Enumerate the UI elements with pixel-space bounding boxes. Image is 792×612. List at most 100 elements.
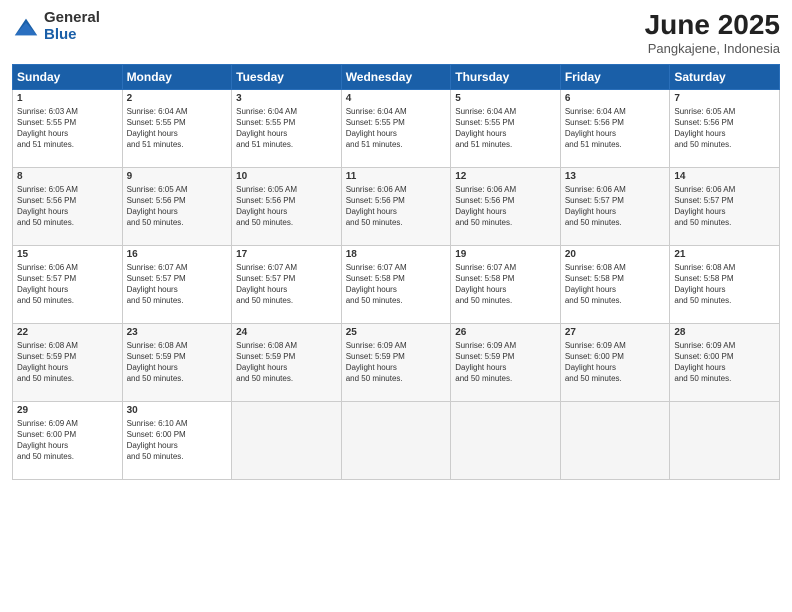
day-info: Sunrise: 6:06 AM Sunset: 5:57 PM Dayligh… (674, 184, 775, 229)
day-cell-28: 28 Sunrise: 6:09 AM Sunset: 6:00 PM Dayl… (670, 323, 780, 401)
day-number: 22 (17, 327, 118, 338)
day-info: Sunrise: 6:07 AM Sunset: 5:57 PM Dayligh… (236, 262, 337, 307)
day-number: 6 (565, 93, 666, 104)
day-info: Sunrise: 6:04 AM Sunset: 5:55 PM Dayligh… (127, 106, 228, 151)
empty-cell (560, 401, 670, 479)
day-number: 21 (674, 249, 775, 260)
day-info: Sunrise: 6:08 AM Sunset: 5:59 PM Dayligh… (17, 340, 118, 385)
empty-cell (232, 401, 342, 479)
day-cell-13: 13 Sunrise: 6:06 AM Sunset: 5:57 PM Dayl… (560, 167, 670, 245)
day-info: Sunrise: 6:08 AM Sunset: 5:58 PM Dayligh… (674, 262, 775, 307)
day-cell-9: 9 Sunrise: 6:05 AM Sunset: 5:56 PM Dayli… (122, 167, 232, 245)
day-number: 11 (346, 171, 447, 182)
day-number: 17 (236, 249, 337, 260)
day-number: 18 (346, 249, 447, 260)
logo-general-text: General (44, 10, 100, 27)
day-info: Sunrise: 6:07 AM Sunset: 5:57 PM Dayligh… (127, 262, 228, 307)
day-number: 13 (565, 171, 666, 182)
calendar-header-saturday: Saturday (670, 64, 780, 89)
day-info: Sunrise: 6:08 AM Sunset: 5:58 PM Dayligh… (565, 262, 666, 307)
day-info: Sunrise: 6:07 AM Sunset: 5:58 PM Dayligh… (455, 262, 556, 307)
day-info: Sunrise: 6:09 AM Sunset: 5:59 PM Dayligh… (455, 340, 556, 385)
day-cell-3: 3 Sunrise: 6:04 AM Sunset: 5:55 PM Dayli… (232, 89, 342, 167)
day-number: 15 (17, 249, 118, 260)
day-cell-26: 26 Sunrise: 6:09 AM Sunset: 5:59 PM Dayl… (451, 323, 561, 401)
empty-cell (670, 401, 780, 479)
day-info: Sunrise: 6:04 AM Sunset: 5:55 PM Dayligh… (346, 106, 447, 151)
day-number: 3 (236, 93, 337, 104)
calendar-table: SundayMondayTuesdayWednesdayThursdayFrid… (12, 64, 780, 480)
day-number: 5 (455, 93, 556, 104)
day-number: 28 (674, 327, 775, 338)
logo-blue-text: Blue (44, 27, 100, 44)
calendar-header-thursday: Thursday (451, 64, 561, 89)
location-text: Pangkajene, Indonesia (645, 41, 780, 56)
day-info: Sunrise: 6:04 AM Sunset: 5:55 PM Dayligh… (236, 106, 337, 151)
day-info: Sunrise: 6:10 AM Sunset: 6:00 PM Dayligh… (127, 418, 228, 463)
day-number: 27 (565, 327, 666, 338)
day-info: Sunrise: 6:04 AM Sunset: 5:55 PM Dayligh… (455, 106, 556, 151)
day-info: Sunrise: 6:08 AM Sunset: 5:59 PM Dayligh… (127, 340, 228, 385)
calendar-header-monday: Monday (122, 64, 232, 89)
day-number: 25 (346, 327, 447, 338)
day-number: 8 (17, 171, 118, 182)
day-number: 12 (455, 171, 556, 182)
day-number: 10 (236, 171, 337, 182)
day-info: Sunrise: 6:05 AM Sunset: 5:56 PM Dayligh… (236, 184, 337, 229)
day-info: Sunrise: 6:09 AM Sunset: 5:59 PM Dayligh… (346, 340, 447, 385)
calendar-header-wednesday: Wednesday (341, 64, 451, 89)
day-number: 7 (674, 93, 775, 104)
logo: General Blue (12, 10, 100, 43)
day-number: 9 (127, 171, 228, 182)
day-info: Sunrise: 6:06 AM Sunset: 5:57 PM Dayligh… (17, 262, 118, 307)
day-number: 14 (674, 171, 775, 182)
day-cell-8: 8 Sunrise: 6:05 AM Sunset: 5:56 PM Dayli… (13, 167, 123, 245)
day-info: Sunrise: 6:05 AM Sunset: 5:56 PM Dayligh… (674, 106, 775, 151)
day-info: Sunrise: 6:05 AM Sunset: 5:56 PM Dayligh… (17, 184, 118, 229)
day-info: Sunrise: 6:09 AM Sunset: 6:00 PM Dayligh… (674, 340, 775, 385)
day-cell-24: 24 Sunrise: 6:08 AM Sunset: 5:59 PM Dayl… (232, 323, 342, 401)
day-cell-6: 6 Sunrise: 6:04 AM Sunset: 5:56 PM Dayli… (560, 89, 670, 167)
day-cell-22: 22 Sunrise: 6:08 AM Sunset: 5:59 PM Dayl… (13, 323, 123, 401)
title-block: June 2025 Pangkajene, Indonesia (645, 10, 780, 56)
calendar-header-friday: Friday (560, 64, 670, 89)
day-cell-14: 14 Sunrise: 6:06 AM Sunset: 5:57 PM Dayl… (670, 167, 780, 245)
empty-cell (341, 401, 451, 479)
day-info: Sunrise: 6:09 AM Sunset: 6:00 PM Dayligh… (565, 340, 666, 385)
day-cell-16: 16 Sunrise: 6:07 AM Sunset: 5:57 PM Dayl… (122, 245, 232, 323)
day-number: 2 (127, 93, 228, 104)
day-cell-29: 29 Sunrise: 6:09 AM Sunset: 6:00 PM Dayl… (13, 401, 123, 479)
day-number: 26 (455, 327, 556, 338)
day-info: Sunrise: 6:07 AM Sunset: 5:58 PM Dayligh… (346, 262, 447, 307)
day-info: Sunrise: 6:06 AM Sunset: 5:57 PM Dayligh… (565, 184, 666, 229)
empty-cell (451, 401, 561, 479)
day-cell-1: 1 Sunrise: 6:03 AM Sunset: 5:55 PM Dayli… (13, 89, 123, 167)
day-cell-7: 7 Sunrise: 6:05 AM Sunset: 5:56 PM Dayli… (670, 89, 780, 167)
day-info: Sunrise: 6:03 AM Sunset: 5:55 PM Dayligh… (17, 106, 118, 151)
day-cell-25: 25 Sunrise: 6:09 AM Sunset: 5:59 PM Dayl… (341, 323, 451, 401)
day-cell-27: 27 Sunrise: 6:09 AM Sunset: 6:00 PM Dayl… (560, 323, 670, 401)
day-cell-12: 12 Sunrise: 6:06 AM Sunset: 5:56 PM Dayl… (451, 167, 561, 245)
day-info: Sunrise: 6:04 AM Sunset: 5:56 PM Dayligh… (565, 106, 666, 151)
day-cell-4: 4 Sunrise: 6:04 AM Sunset: 5:55 PM Dayli… (341, 89, 451, 167)
day-info: Sunrise: 6:05 AM Sunset: 5:56 PM Dayligh… (127, 184, 228, 229)
calendar-header-sunday: Sunday (13, 64, 123, 89)
day-number: 16 (127, 249, 228, 260)
day-cell-18: 18 Sunrise: 6:07 AM Sunset: 5:58 PM Dayl… (341, 245, 451, 323)
day-info: Sunrise: 6:08 AM Sunset: 5:59 PM Dayligh… (236, 340, 337, 385)
day-cell-2: 2 Sunrise: 6:04 AM Sunset: 5:55 PM Dayli… (122, 89, 232, 167)
day-cell-15: 15 Sunrise: 6:06 AM Sunset: 5:57 PM Dayl… (13, 245, 123, 323)
day-number: 29 (17, 405, 118, 416)
day-cell-10: 10 Sunrise: 6:05 AM Sunset: 5:56 PM Dayl… (232, 167, 342, 245)
calendar-header-tuesday: Tuesday (232, 64, 342, 89)
day-info: Sunrise: 6:09 AM Sunset: 6:00 PM Dayligh… (17, 418, 118, 463)
month-title: June 2025 (645, 10, 780, 41)
day-number: 30 (127, 405, 228, 416)
day-cell-5: 5 Sunrise: 6:04 AM Sunset: 5:55 PM Dayli… (451, 89, 561, 167)
day-number: 24 (236, 327, 337, 338)
day-info: Sunrise: 6:06 AM Sunset: 5:56 PM Dayligh… (346, 184, 447, 229)
day-cell-30: 30 Sunrise: 6:10 AM Sunset: 6:00 PM Dayl… (122, 401, 232, 479)
day-number: 19 (455, 249, 556, 260)
day-cell-21: 21 Sunrise: 6:08 AM Sunset: 5:58 PM Dayl… (670, 245, 780, 323)
day-number: 20 (565, 249, 666, 260)
